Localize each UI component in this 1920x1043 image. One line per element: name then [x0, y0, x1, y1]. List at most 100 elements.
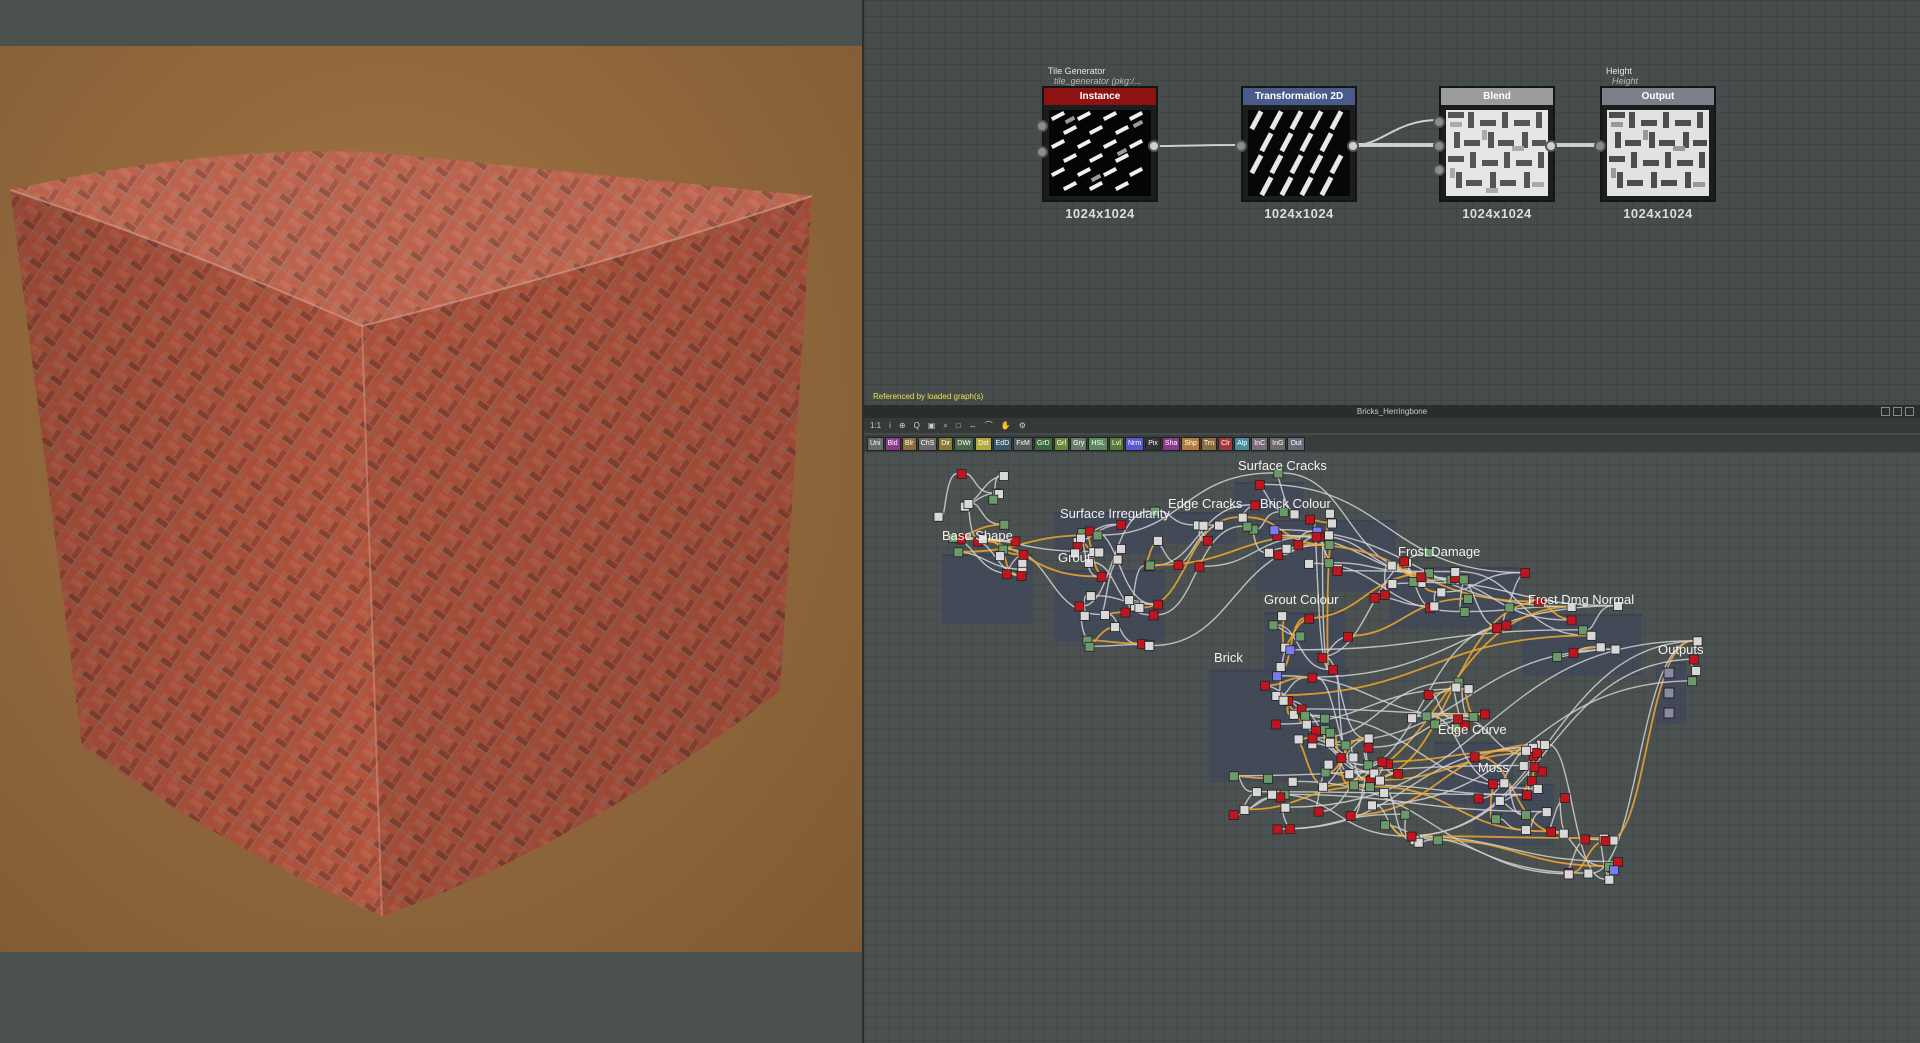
graph-node[interactable] [1487, 779, 1498, 790]
toolbar-button[interactable]: ✋ [999, 421, 1013, 430]
graph-canvas[interactable] [864, 452, 1920, 1043]
graph-node[interactable] [1116, 544, 1126, 554]
graph-node[interactable] [1301, 719, 1312, 730]
output-node[interactable] [1663, 667, 1675, 679]
graph-node[interactable] [1363, 742, 1374, 753]
graph-node[interactable] [1499, 778, 1510, 789]
input-port[interactable] [1433, 140, 1445, 152]
graph-node[interactable] [1480, 709, 1490, 720]
graph-node[interactable] [1520, 568, 1531, 578]
graph-node[interactable] [1273, 550, 1284, 561]
graph-node[interactable] [1289, 509, 1300, 520]
graph-node[interactable] [1263, 773, 1273, 784]
graph-node[interactable] [1491, 814, 1501, 825]
graph-node[interactable] [1393, 768, 1403, 779]
graph-node[interactable] [1194, 561, 1205, 572]
library-node-chip[interactable]: Nrm [1124, 436, 1145, 451]
graph-node[interactable] [1134, 603, 1145, 613]
output-port[interactable] [1148, 140, 1160, 152]
node-output[interactable]: Height Height Output 1024x1024 [1594, 66, 1716, 221]
toolbar-button[interactable]: i [887, 421, 893, 430]
graph-node[interactable] [1340, 740, 1351, 751]
output-port[interactable] [1545, 140, 1557, 152]
graph-node[interactable] [1324, 540, 1335, 550]
pin-icon[interactable] [1881, 407, 1890, 416]
toolbar-button[interactable]: Q [912, 421, 922, 430]
graph-node[interactable] [1586, 630, 1597, 641]
graph-node[interactable] [1343, 631, 1353, 642]
library-node-chip[interactable]: Grl [1053, 436, 1070, 451]
graph-node[interactable] [1239, 804, 1250, 815]
toolbar-button[interactable]: ↔ [967, 421, 979, 430]
graph-node[interactable] [1116, 519, 1127, 530]
graph-node[interactable] [1522, 790, 1532, 801]
library-node-chip[interactable]: Dst [975, 436, 992, 451]
toolbar-button[interactable]: □ [954, 421, 963, 430]
graph-node[interactable] [1281, 543, 1292, 554]
graph-node[interactable] [1295, 631, 1306, 642]
graph-node[interactable] [1595, 642, 1606, 653]
graph-node[interactable] [1085, 591, 1096, 602]
library-node-chip[interactable]: Out [1287, 436, 1305, 451]
graph-node[interactable] [1429, 601, 1440, 612]
graph-node[interactable] [1277, 611, 1288, 622]
graph-node[interactable] [1278, 695, 1289, 706]
graph-node[interactable] [1613, 857, 1624, 868]
graph-node[interactable] [956, 469, 967, 480]
graph-node[interactable] [1293, 734, 1304, 745]
graph-node[interactable] [1323, 759, 1334, 770]
graph-node[interactable] [1494, 795, 1505, 806]
library-node-chip[interactable]: EdD [992, 436, 1013, 451]
toolbar-button[interactable]: ⚙ [1017, 421, 1028, 430]
graph-node[interactable] [1541, 807, 1552, 818]
graph-node[interactable] [1144, 641, 1155, 651]
graph-node[interactable] [1313, 806, 1324, 817]
graph-node[interactable] [1416, 572, 1427, 583]
graph-node[interactable] [1566, 615, 1577, 626]
panel-title-bar[interactable]: Bricks_Herringbone [864, 405, 1920, 418]
graph-node[interactable] [1451, 682, 1462, 693]
graph-node[interactable] [1450, 567, 1461, 577]
graph-node[interactable] [1459, 607, 1470, 617]
graph-node[interactable] [1344, 769, 1355, 780]
graph-node[interactable] [1016, 571, 1027, 581]
graph-node[interactable] [1076, 533, 1086, 544]
library-node-chip[interactable]: Lvl [1108, 436, 1124, 451]
graph-node[interactable] [1369, 592, 1380, 603]
graph-node[interactable] [933, 511, 944, 522]
graph-node[interactable] [1214, 520, 1224, 531]
graph-node[interactable] [1546, 826, 1557, 837]
graph-node[interactable] [1271, 719, 1281, 730]
graph-node[interactable] [1293, 540, 1304, 550]
graph-node[interactable] [1325, 727, 1336, 738]
graph-node[interactable] [1264, 547, 1274, 558]
graph-node[interactable] [1521, 825, 1531, 835]
graph-node[interactable] [1120, 607, 1131, 618]
output-port[interactable] [1347, 140, 1359, 152]
library-node-chip[interactable]: Dir [938, 436, 954, 451]
library-node-chip[interactable]: Pix [1145, 436, 1161, 451]
library-node-chip[interactable]: Shp [1181, 436, 1200, 451]
graph-node[interactable] [1242, 521, 1253, 532]
graph-node[interactable] [1345, 811, 1356, 821]
graph-node[interactable] [1110, 622, 1120, 632]
graph-node[interactable] [1304, 613, 1315, 624]
library-node-chip[interactable]: Trn [1200, 436, 1218, 451]
library-node-chip[interactable]: Sha [1161, 436, 1181, 451]
toolbar-button[interactable]: ▣ [926, 421, 938, 430]
library-node-chip[interactable]: GrD [1033, 436, 1053, 451]
graph-node[interactable] [1148, 610, 1159, 621]
toolbar-button[interactable]: ⌕ [941, 421, 949, 431]
graph-node[interactable] [1272, 824, 1283, 835]
graph-node[interactable] [1324, 530, 1334, 541]
graph-node[interactable] [1285, 645, 1296, 656]
graph-node[interactable] [1287, 776, 1298, 787]
graph-node[interactable] [1074, 601, 1085, 612]
node-instance[interactable]: Tile Generator tile_generator (pkg:/... … [1036, 66, 1160, 221]
graph-node[interactable] [1610, 644, 1621, 655]
library-node-chip[interactable]: Uni [867, 436, 884, 451]
graph-node[interactable] [1198, 520, 1209, 531]
library-node-chip[interactable]: Clr [1218, 436, 1234, 451]
input-port[interactable] [1036, 120, 1048, 132]
graph-node[interactable] [1580, 834, 1591, 845]
